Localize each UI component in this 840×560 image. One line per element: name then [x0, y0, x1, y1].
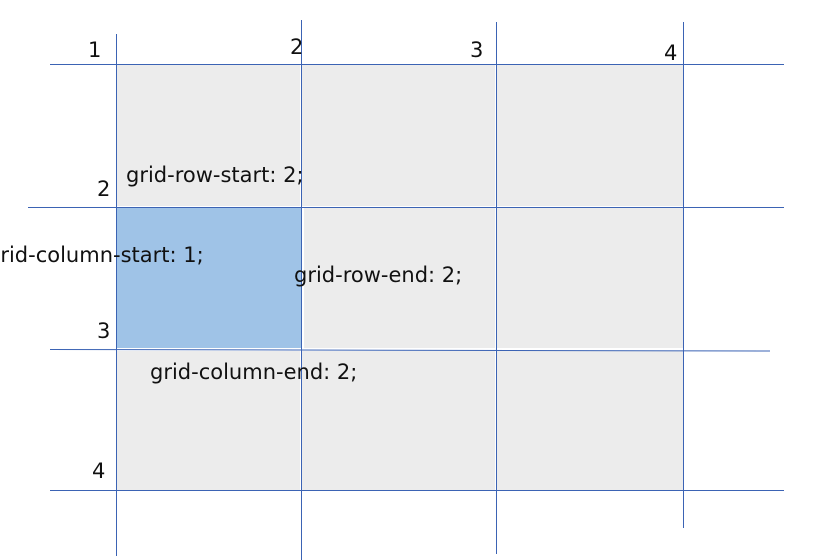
column-line-2 [301, 20, 302, 560]
row-line-2 [28, 207, 784, 208]
grid-cell-r1-c3 [497, 65, 683, 206]
grid-cell-r2-c3 [497, 208, 683, 348]
column-line-3 [496, 22, 497, 554]
column-line-4 [683, 22, 684, 528]
grid-cell-r3-c3 [497, 351, 683, 490]
row-line-number-4: 4 [92, 459, 106, 483]
row-line-number-3: 3 [97, 319, 111, 343]
grid-row-start-label: grid-row-start: 2; [126, 163, 304, 187]
highlighted-grid-item [117, 208, 302, 348]
grid-column-end-label: grid-column-end: 2; [150, 360, 358, 384]
column-line-number-2: 2 [290, 35, 304, 59]
column-line-1 [116, 34, 117, 556]
grid-cell-r1-c2 [302, 65, 495, 206]
column-line-number-4: 4 [664, 41, 678, 65]
column-line-number-1: 1 [88, 38, 102, 62]
row-line-4 [50, 490, 784, 491]
column-line-number-3: 3 [470, 38, 484, 62]
row-line-number-2: 2 [97, 177, 111, 201]
grid-column-start-label: grid-column-start: 1; [0, 243, 204, 267]
grid-row-end-label: grid-row-end: 2; [294, 263, 463, 287]
